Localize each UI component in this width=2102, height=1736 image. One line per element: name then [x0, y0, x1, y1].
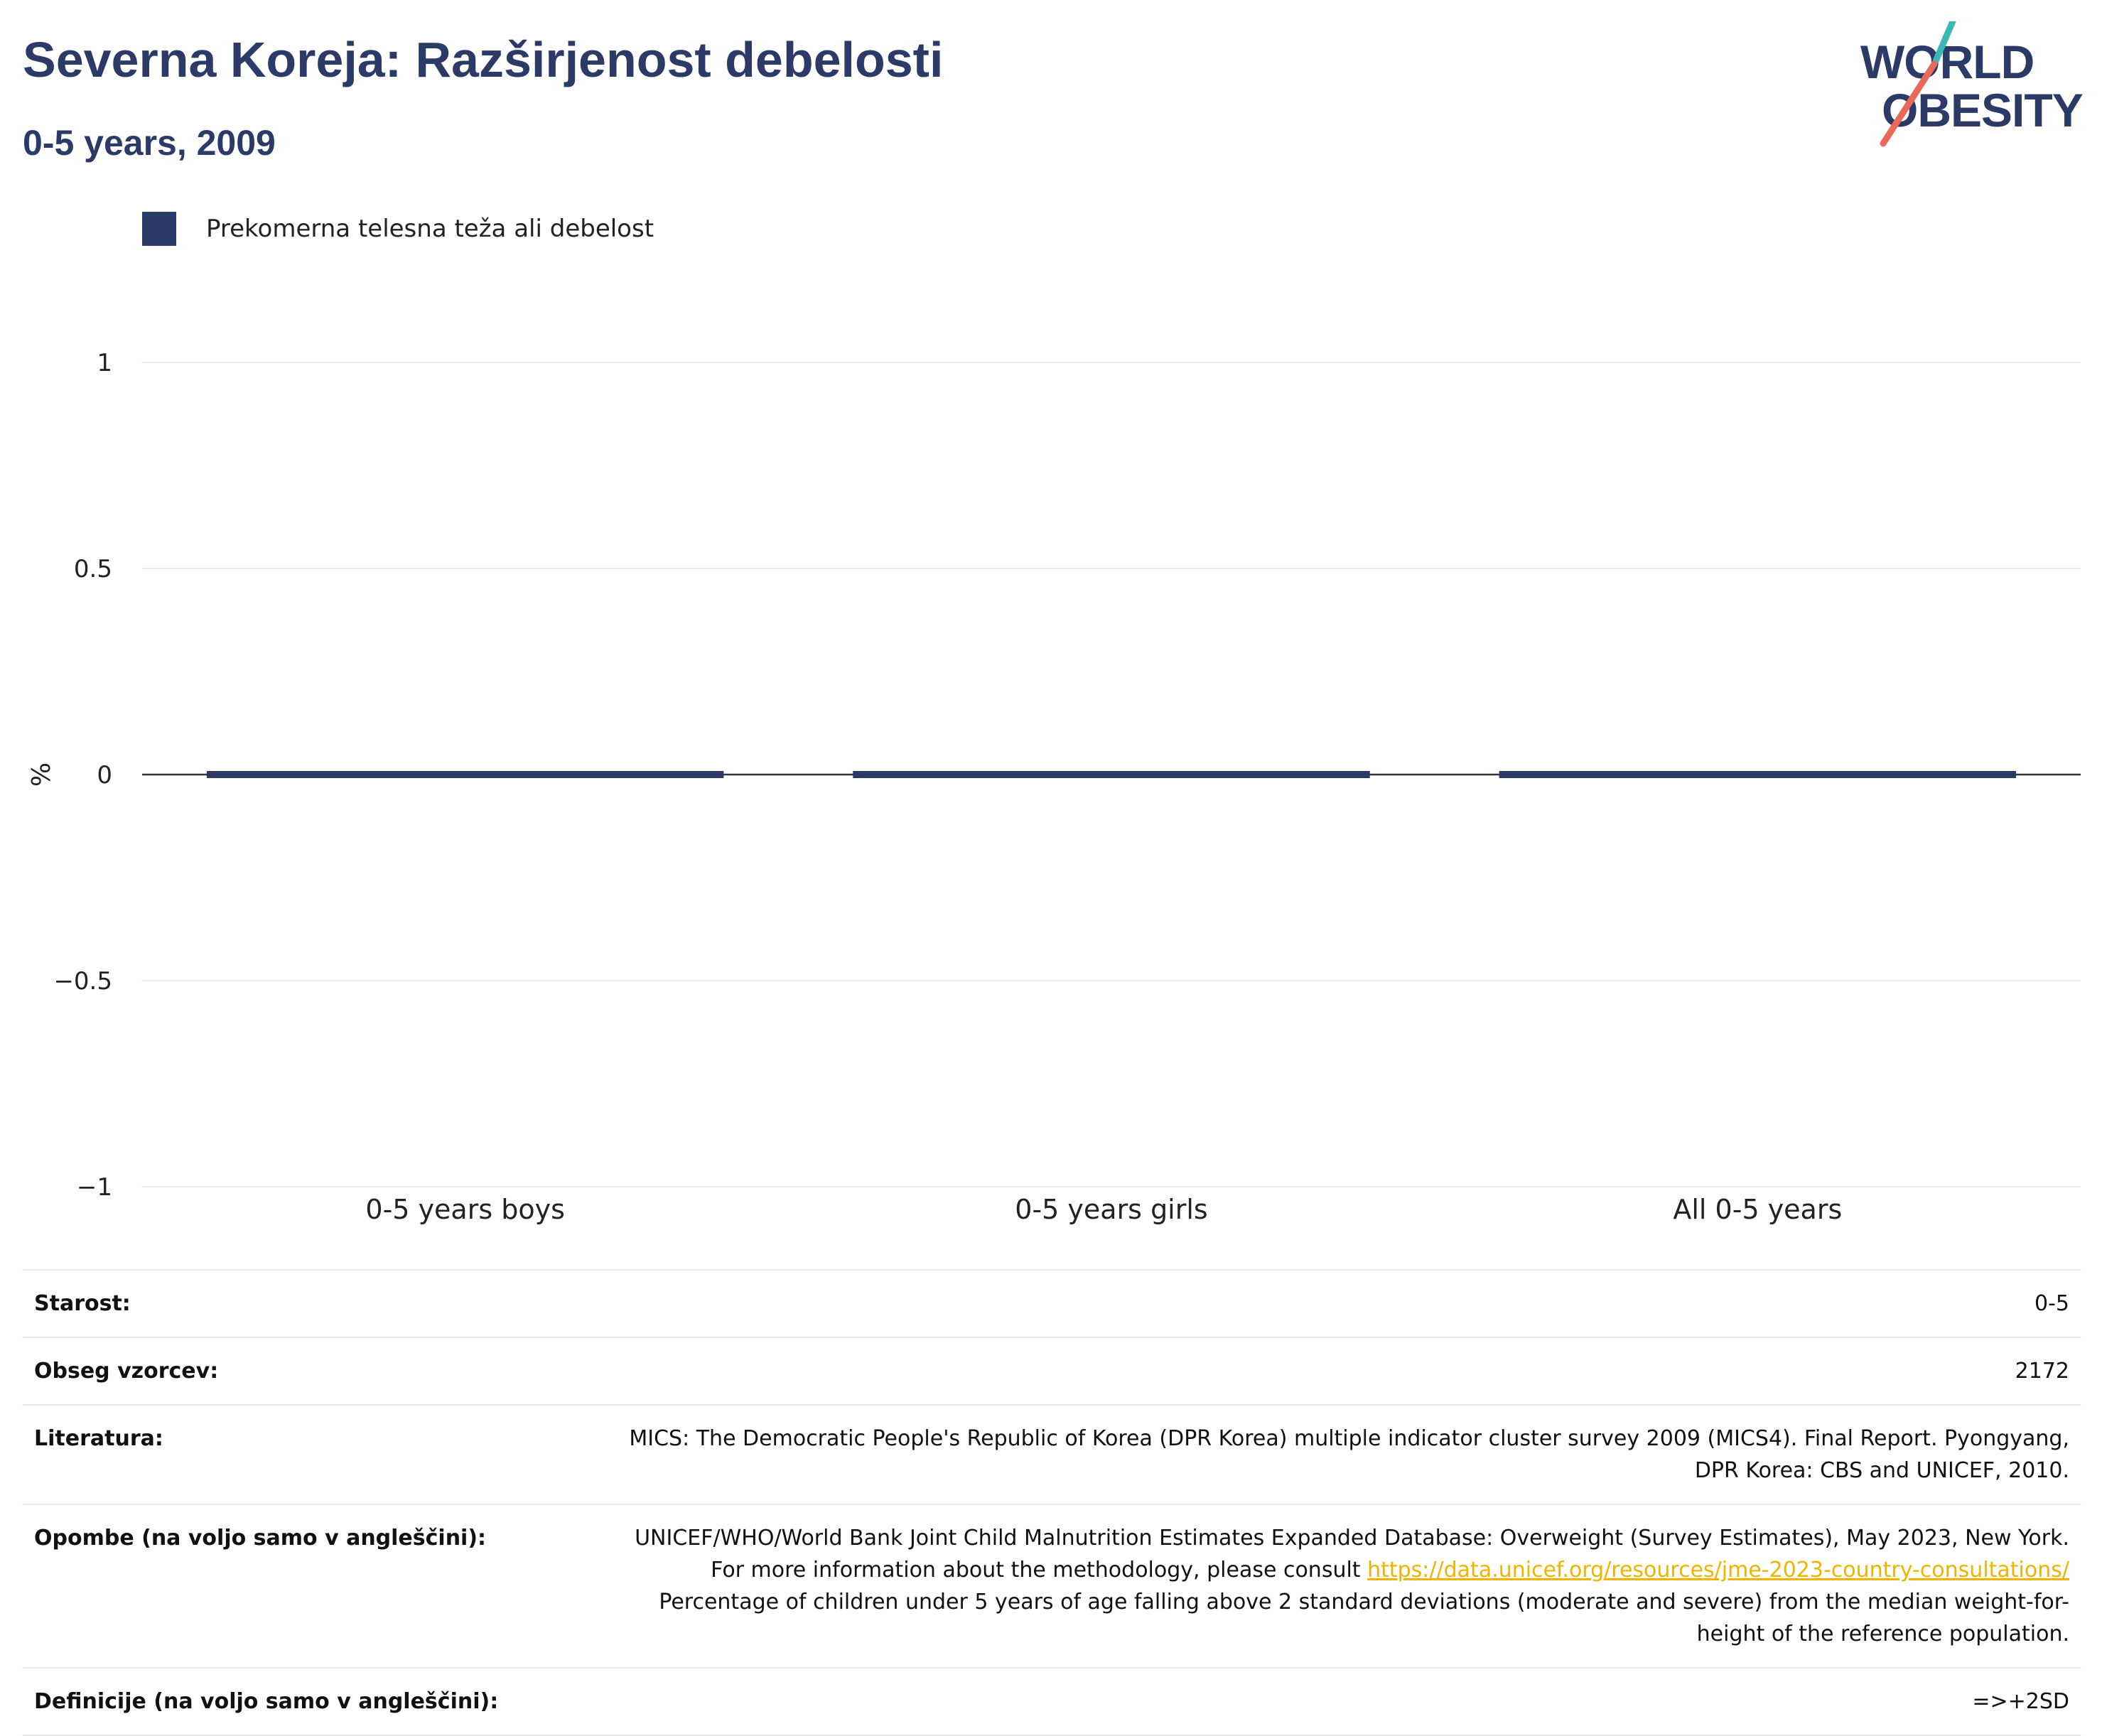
info-row-notes: Opombe (na voljo samo v angleščini): UNI…: [23, 1504, 2081, 1668]
info-key: Opombe (na voljo samo v angleščini):: [34, 1526, 487, 1551]
bar-chart: 1 0.5 0 −0.5 −1% 0-5 years boys 0-5 years girl…: [27, 349, 2081, 1225]
y-tick-label: 0.5: [74, 555, 112, 583]
info-row-age: Starost: 0-5: [23, 1270, 2081, 1337]
info-key: Starost:: [34, 1291, 131, 1316]
x-tick-label: 0-5 years girls: [1015, 1194, 1207, 1225]
bar: [853, 771, 1370, 778]
info-table: Starost: 0-5 Obseg vzorcev: 2172 Literat…: [23, 1269, 2081, 1736]
x-tick-label: All 0-5 years: [1673, 1194, 1842, 1225]
y-tick-label: 1: [97, 349, 112, 377]
info-value: 0-5: [2034, 1291, 2069, 1316]
y-tick-label: 0: [97, 761, 112, 789]
methodology-link[interactable]: https://data.unicef.org/resources/jme-20…: [1367, 1558, 2069, 1583]
y-axis-label: %: [27, 762, 56, 787]
info-row-literature: Literatura: MICS: The Democratic People'…: [23, 1405, 2081, 1504]
info-key: Obseg vzorcev:: [34, 1359, 219, 1384]
info-row-definitions: Definicije (na voljo samo v angleščini):…: [23, 1668, 2081, 1735]
x-tick-label: 0-5 years boys: [365, 1194, 564, 1225]
notes-text-continued: Percentage of children under 5 years of …: [659, 1590, 2069, 1646]
info-value: MICS: The Democratic People's Republic o…: [629, 1426, 2069, 1483]
y-tick-label: −1: [77, 1173, 112, 1202]
bar: [206, 771, 724, 778]
info-row-sample-size: Obseg vzorcev: 2172: [23, 1337, 2081, 1405]
bar: [1499, 771, 2017, 778]
info-value: UNICEF/WHO/World Bank Joint Child Malnut…: [586, 1504, 2081, 1668]
y-tick-label: −0.5: [53, 967, 112, 996]
info-key: Definicije (na voljo samo v angleščini):: [34, 1689, 499, 1714]
info-value: =>+2SD: [1972, 1689, 2069, 1714]
info-value: 2172: [2015, 1359, 2069, 1384]
info-key: Literatura:: [34, 1426, 163, 1451]
